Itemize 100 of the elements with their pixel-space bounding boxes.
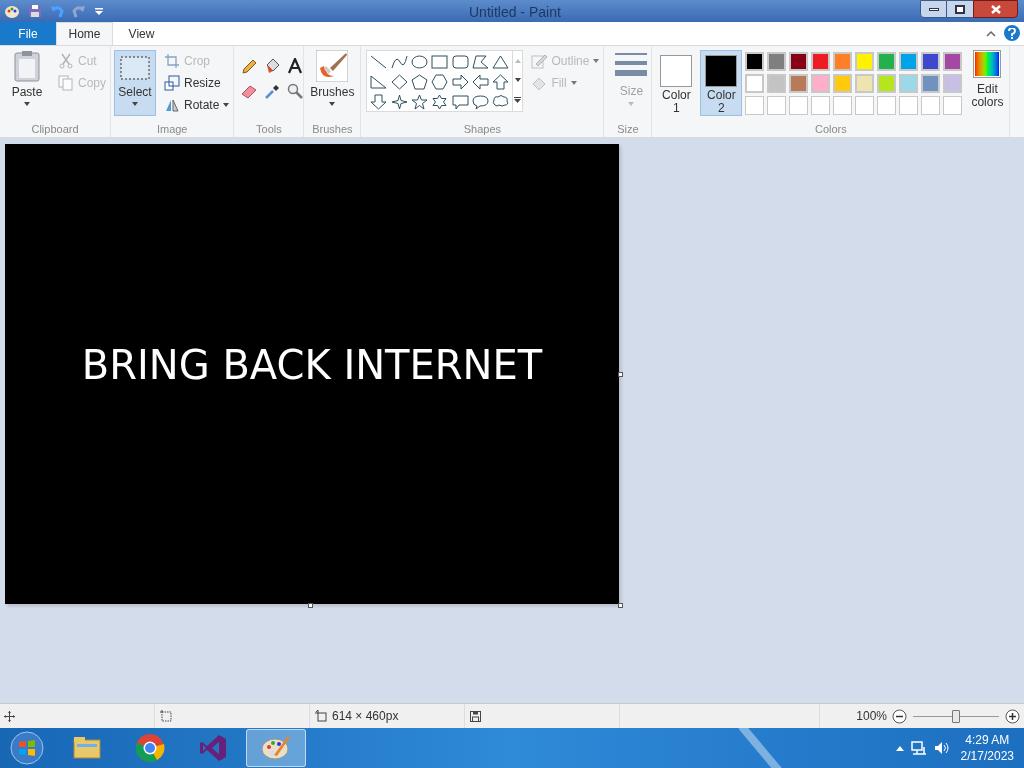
- color-swatch[interactable]: [899, 74, 919, 93]
- paint-app-icon[interactable]: [4, 3, 20, 19]
- more-shapes-icon[interactable]: [514, 97, 522, 104]
- caret-icon: [628, 102, 635, 106]
- resize-button[interactable]: Resize: [160, 72, 234, 94]
- slider-thumb[interactable]: [952, 709, 960, 723]
- outline-pen-icon: [531, 53, 548, 69]
- cloud-callout-icon[interactable]: [492, 94, 510, 110]
- close-button[interactable]: [973, 0, 1018, 18]
- empty-color-slot[interactable]: [767, 96, 787, 115]
- infinity-logo-icon: [197, 732, 229, 764]
- volume-icon[interactable]: [933, 740, 950, 756]
- eraser-icon[interactable]: [241, 83, 258, 99]
- rectangular-callout-icon[interactable]: [451, 94, 469, 110]
- drawing-canvas[interactable]: BRING BACK INTERNET: [5, 144, 619, 604]
- color-swatch[interactable]: [789, 74, 809, 93]
- five-point-star-icon[interactable]: [410, 94, 428, 110]
- right-triangle-shape-icon[interactable]: [370, 74, 388, 90]
- empty-color-slot[interactable]: [745, 96, 765, 115]
- scissors-icon: [58, 53, 74, 69]
- collapse-ribbon-icon[interactable]: [986, 29, 996, 37]
- restore-button[interactable]: [947, 0, 973, 18]
- image-size-icon: [315, 710, 327, 722]
- resize-handle[interactable]: [308, 603, 313, 608]
- group-label: Image: [155, 122, 189, 137]
- pencil-icon[interactable]: [241, 58, 258, 74]
- minimize-button[interactable]: [920, 0, 947, 18]
- color-picker-icon[interactable]: [264, 83, 281, 99]
- color-swatch[interactable]: [877, 52, 897, 71]
- empty-color-slot[interactable]: [855, 96, 875, 115]
- four-point-star-icon[interactable]: [390, 94, 408, 110]
- color-swatch[interactable]: [745, 74, 765, 93]
- color-swatch[interactable]: [833, 52, 853, 71]
- zoom-in-icon[interactable]: [1005, 708, 1020, 724]
- empty-color-slot[interactable]: [921, 96, 941, 115]
- color-slot-button[interactable]: Color 2: [700, 50, 743, 116]
- ribbon-tab[interactable]: Home: [56, 22, 113, 45]
- empty-color-slot[interactable]: [789, 96, 809, 115]
- magnifier-icon[interactable]: [287, 83, 304, 99]
- empty-color-slot[interactable]: [833, 96, 853, 115]
- show-hidden-icons-icon[interactable]: [895, 745, 904, 751]
- ribbon-tab[interactable]: File: [0, 22, 56, 45]
- oval-callout-icon[interactable]: [471, 94, 489, 110]
- color-swatch[interactable]: [745, 52, 765, 71]
- pentagon-shape-icon[interactable]: [410, 74, 428, 90]
- curve-shape-icon[interactable]: [390, 54, 408, 70]
- zoom-out-icon[interactable]: [892, 708, 907, 724]
- color-swatch[interactable]: [833, 74, 853, 93]
- save-icon[interactable]: [28, 4, 42, 18]
- ribbon-tab[interactable]: View: [113, 22, 170, 45]
- caret-icon: [329, 102, 336, 106]
- hexagon-shape-icon[interactable]: [431, 74, 449, 90]
- color-swatch[interactable]: [767, 74, 787, 93]
- color-swatch[interactable]: [811, 74, 831, 93]
- empty-color-slot[interactable]: [943, 96, 963, 115]
- color-swatch[interactable]: [921, 74, 941, 93]
- caret-icon: [570, 81, 577, 85]
- color-slot-button[interactable]: Color 1: [655, 50, 698, 116]
- color-swatch[interactable]: [877, 74, 897, 93]
- color-swatch[interactable]: [943, 74, 963, 93]
- zoom-slider[interactable]: [913, 708, 999, 724]
- select-button[interactable]: Select: [114, 50, 156, 116]
- cursor-position-icon: [4, 710, 15, 722]
- color-swatch[interactable]: [789, 52, 809, 71]
- rounded-rectangle-shape-icon[interactable]: [451, 54, 469, 70]
- empty-color-slot[interactable]: [811, 96, 831, 115]
- network-icon[interactable]: [910, 740, 927, 756]
- right-arrow-shape-icon[interactable]: [451, 74, 469, 90]
- color-swatch[interactable]: [811, 52, 831, 71]
- line-shape-icon[interactable]: [370, 54, 388, 70]
- paste-button[interactable]: Paste: [4, 50, 50, 116]
- resize-handle[interactable]: [618, 603, 623, 608]
- color-swatch[interactable]: [943, 52, 963, 71]
- clock[interactable]: 4:29 AM 2/17/2023: [960, 732, 1014, 764]
- color-swatch[interactable]: [921, 52, 941, 71]
- help-icon[interactable]: [1004, 25, 1020, 41]
- six-point-star-icon[interactable]: [431, 94, 449, 110]
- color-swatch[interactable]: [855, 52, 875, 71]
- triangle-shape-icon[interactable]: [492, 54, 510, 70]
- resize-handle[interactable]: [618, 372, 623, 377]
- fill-bucket-icon[interactable]: [264, 58, 281, 74]
- rotate-button[interactable]: Rotate: [160, 94, 234, 116]
- up-arrow-shape-icon[interactable]: [492, 74, 510, 90]
- down-arrow-shape-icon[interactable]: [370, 94, 388, 110]
- brushes-button[interactable]: Brushes: [308, 50, 357, 116]
- crop-icon: [164, 53, 180, 69]
- empty-color-slot[interactable]: [877, 96, 897, 115]
- oval-shape-icon[interactable]: [410, 54, 428, 70]
- diamond-shape-icon[interactable]: [390, 74, 408, 90]
- group-label: Tools: [255, 122, 283, 137]
- edit-colors-button[interactable]: Edit colors: [965, 50, 1010, 116]
- left-arrow-shape-icon[interactable]: [471, 74, 489, 90]
- color-swatch[interactable]: [855, 74, 875, 93]
- text-icon[interactable]: [287, 58, 304, 74]
- color-swatch[interactable]: [767, 52, 787, 71]
- polygon-shape-icon[interactable]: [471, 54, 489, 70]
- scroll-down-icon[interactable]: [514, 78, 521, 82]
- empty-color-slot[interactable]: [899, 96, 919, 115]
- color-swatch[interactable]: [899, 52, 919, 71]
- customize-dropdown-icon[interactable]: [94, 6, 104, 16]
